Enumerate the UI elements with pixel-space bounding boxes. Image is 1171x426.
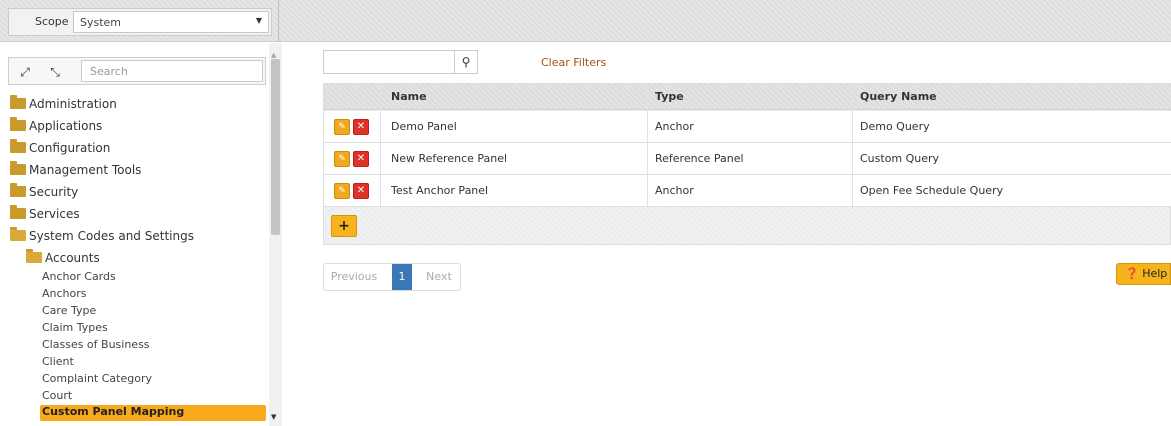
edit-icon[interactable]: ✎	[334, 183, 350, 199]
table-row: ✎ ✕ Test Anchor Panel Anchor Open Fee Sc…	[324, 175, 1171, 207]
folder-label: Services	[29, 207, 80, 221]
scope-selector: Scope System ▼	[8, 8, 272, 36]
scroll-up-icon[interactable]: ▲	[271, 51, 276, 59]
tree-item-anchor-cards[interactable]: Anchor Cards	[42, 270, 116, 286]
tree-folder-management-tools[interactable]: Management Tools	[10, 161, 142, 181]
delete-icon[interactable]: ✕	[353, 119, 369, 135]
tree-item-complaint-category[interactable]: Complaint Category	[42, 372, 152, 388]
caret-down-icon: ▼	[255, 16, 262, 25]
next-page-button[interactable]: Next	[418, 264, 460, 290]
column-divider	[380, 84, 381, 208]
cell-type: Reference Panel	[655, 152, 744, 165]
tree-item-anchors[interactable]: Anchors	[42, 287, 87, 303]
folder-icon	[10, 183, 26, 197]
tree-folder-accounts[interactable]: Accounts	[26, 249, 100, 269]
sidebar-scrollbar[interactable]: ▲ ▼	[269, 43, 282, 426]
grid-search: ⚲	[323, 50, 478, 74]
collapse-all-icon[interactable]: ⤡	[43, 61, 67, 83]
tree-folder-security[interactable]: Security	[10, 183, 79, 203]
search-icon[interactable]: ⚲	[454, 50, 478, 74]
grid-search-input[interactable]	[323, 50, 455, 74]
scroll-down-icon[interactable]: ▼	[271, 413, 276, 421]
cell-query-name: Open Fee Schedule Query	[860, 184, 1004, 197]
pagination: Previous 1 Next	[323, 263, 461, 291]
tree-folder-services[interactable]: Services	[10, 205, 80, 225]
cell-name: New Reference Panel	[391, 152, 508, 165]
help-label: Help	[1142, 267, 1168, 280]
tree-folder-applications[interactable]: Applications	[10, 117, 103, 137]
cell-query-name: Custom Query	[860, 152, 940, 165]
clear-filters-link[interactable]: Clear Filters	[541, 56, 606, 69]
edit-icon[interactable]: ✎	[334, 151, 350, 167]
column-divider	[852, 84, 853, 208]
tree-item-court[interactable]: Court	[42, 389, 72, 405]
tree-item-care-type[interactable]: Care Type	[42, 304, 96, 320]
custom-panel-grid: Name Type Query Name ✎ ✕ Demo Panel Anch…	[323, 83, 1171, 245]
folder-label: Management Tools	[29, 163, 142, 177]
expand-all-icon[interactable]: ⤢	[13, 61, 37, 83]
scope-label: Scope	[35, 15, 69, 28]
folder-icon	[10, 139, 26, 153]
folder-icon	[10, 117, 26, 131]
tree-folder-configuration[interactable]: Configuration	[10, 139, 111, 159]
scope-dropdown[interactable]: System ▼	[73, 11, 269, 33]
divider	[278, 0, 279, 42]
folder-label: System Codes and Settings	[29, 229, 194, 243]
folder-label: Configuration	[29, 141, 111, 155]
column-header-name[interactable]: Name	[391, 90, 427, 103]
delete-icon[interactable]: ✕	[353, 183, 369, 199]
scope-value: System	[80, 16, 122, 29]
folder-icon	[10, 95, 26, 109]
tree-folder-system-codes[interactable]: System Codes and Settings	[10, 227, 194, 247]
column-divider	[647, 84, 648, 208]
cell-type: Anchor	[655, 184, 694, 197]
folder-label: Administration	[29, 97, 117, 111]
sidebar: ⤢ ⤡ Administration Applications Configur…	[0, 43, 282, 426]
help-icon: ❓	[1125, 267, 1139, 280]
previous-page-button[interactable]: Previous	[324, 264, 384, 290]
cell-name: Test Anchor Panel	[391, 184, 489, 197]
scroll-thumb[interactable]	[271, 59, 280, 235]
folder-label: Applications	[29, 119, 103, 133]
tree-folder-administration[interactable]: Administration	[10, 95, 117, 115]
top-bar: Scope System ▼	[0, 0, 1171, 42]
column-header-type[interactable]: Type	[655, 90, 684, 103]
page-button-1[interactable]: 1	[392, 264, 412, 290]
edit-icon[interactable]: ✎	[334, 119, 350, 135]
folder-open-icon	[10, 227, 26, 241]
cell-query-name: Demo Query	[860, 120, 930, 133]
grid-header: Name Type Query Name	[324, 84, 1171, 110]
sidebar-search-input[interactable]	[81, 60, 263, 82]
folder-label: Accounts	[45, 251, 100, 265]
folder-icon	[10, 161, 26, 175]
tree-item-custom-panel-mapping[interactable]: Custom Panel Mapping	[40, 405, 266, 421]
cell-type: Anchor	[655, 120, 694, 133]
table-row: ✎ ✕ New Reference Panel Reference Panel …	[324, 143, 1171, 175]
folder-open-icon	[26, 249, 42, 263]
help-button[interactable]: ❓ Help	[1116, 263, 1171, 285]
tree-item-client[interactable]: Client	[42, 355, 74, 371]
cell-name: Demo Panel	[391, 120, 457, 133]
table-row: ✎ ✕ Demo Panel Anchor Demo Query	[324, 111, 1171, 143]
delete-icon[interactable]: ✕	[353, 151, 369, 167]
folder-label: Security	[29, 185, 79, 199]
tree-item-classes-of-business[interactable]: Classes of Business	[42, 338, 150, 354]
folder-icon	[10, 205, 26, 219]
add-button[interactable]: +	[331, 215, 357, 237]
sidebar-toolbar: ⤢ ⤡	[8, 57, 266, 85]
column-header-query-name[interactable]: Query Name	[860, 90, 937, 103]
tree-item-claim-types[interactable]: Claim Types	[42, 321, 108, 337]
